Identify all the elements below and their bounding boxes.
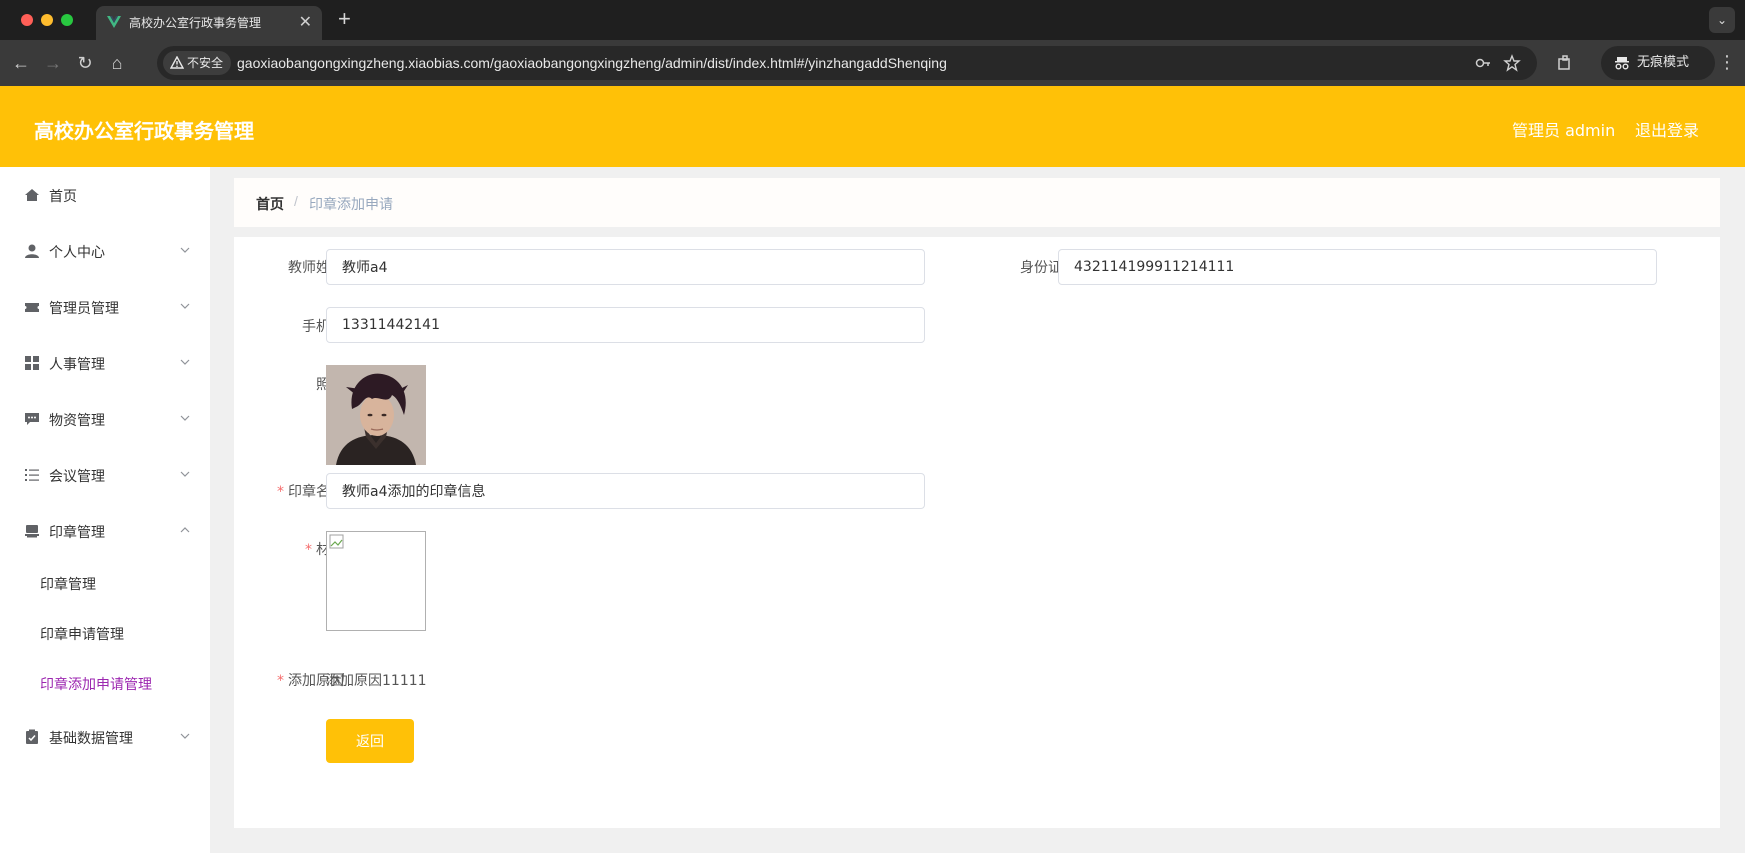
required-marker: * <box>305 542 312 558</box>
sidebar-subitem-seal-add-application-management[interactable]: 印章添加申请管理 <box>0 663 210 703</box>
required-marker: * <box>277 673 284 689</box>
incognito-chip[interactable]: 无痕模式 <box>1601 46 1715 80</box>
broken-image-icon <box>329 534 344 549</box>
breadcrumb: 首页 / 印章添加申请 <box>234 178 1720 227</box>
tab-search-icon[interactable]: ⌄ <box>1709 7 1735 33</box>
incognito-label: 无痕模式 <box>1637 55 1690 70</box>
tab-close-icon[interactable]: ✕ <box>299 12 312 32</box>
sidebar-subitem-label: 印章添加申请管理 <box>40 677 152 693</box>
sidebar-subitem-label: 印章管理 <box>40 577 96 593</box>
reason-value: 添加原因11111 <box>326 673 427 689</box>
maximize-window-button[interactable] <box>61 14 73 26</box>
material-image[interactable] <box>326 531 426 631</box>
app-header: 高校办公室行政事务管理 管理员 admin 退出登录 <box>0 86 1745 167</box>
chevron-down-icon <box>180 303 190 309</box>
browser-toolbar: ← → ↻ ⌂ 不安全 gaoxiaobangongxingzheng.xiao… <box>0 40 1745 86</box>
back-arrow-icon[interactable]: ← <box>10 52 32 74</box>
minimize-window-button[interactable] <box>41 14 53 26</box>
sidebar-item-admin-management[interactable]: 管理员管理 <box>0 287 210 327</box>
warning-icon <box>170 56 184 69</box>
sidebar-item-hr-management[interactable]: 人事管理 <box>0 343 210 383</box>
tab-title: 高校办公室行政事务管理 <box>129 16 262 30</box>
ticket-icon <box>25 303 39 312</box>
reload-icon[interactable]: ↻ <box>74 52 96 74</box>
browser-tab-bar: 高校办公室行政事务管理 ✕ + ⌄ <box>0 0 1745 40</box>
breadcrumb-current: 印章添加申请 <box>309 197 393 213</box>
sidebar-item-label: 人事管理 <box>49 357 105 373</box>
incognito-icon <box>1615 57 1629 70</box>
breadcrumb-separator: / <box>294 193 298 209</box>
sidebar-item-supplies-management[interactable]: 物资管理 <box>0 399 210 439</box>
browser-tab[interactable]: 高校办公室行政事务管理 ✕ <box>96 6 322 40</box>
chevron-down-icon <box>180 359 190 365</box>
sidebar: 首页 个人中心 管理员管理 人事管理 物资管理 会议管理 印章管理 印章管理 印… <box>0 167 210 853</box>
chevron-down-icon <box>180 415 190 421</box>
seal-add-application-form: 教师姓名 身份证号 手机号 照片 *印章名称 *材料 *添加原因 添加原因111… <box>234 237 1720 828</box>
teacher-name-input[interactable] <box>326 249 925 285</box>
sidebar-subitem-seal-management[interactable]: 印章管理 <box>0 563 210 603</box>
list-icon <box>25 469 39 481</box>
sidebar-item-label: 基础数据管理 <box>49 731 133 747</box>
star-icon[interactable] <box>1503 54 1521 72</box>
sidebar-item-label: 物资管理 <box>49 413 105 429</box>
browser-menu-icon[interactable]: ⋮ <box>1718 52 1736 73</box>
key-icon[interactable] <box>1474 54 1492 72</box>
chat-icon <box>25 413 39 425</box>
insecure-label: 不安全 <box>187 56 224 70</box>
chevron-down-icon <box>180 247 190 253</box>
sidebar-item-label: 个人中心 <box>49 245 105 261</box>
forward-arrow-icon[interactable]: → <box>42 52 64 74</box>
sidebar-subitem-seal-application-management[interactable]: 印章申请管理 <box>0 613 210 653</box>
sidebar-item-seal-management[interactable]: 印章管理 <box>0 511 210 551</box>
id-number-input[interactable] <box>1058 249 1657 285</box>
address-bar[interactable]: 不安全 gaoxiaobangongxingzheng.xiaobias.com… <box>157 46 1537 80</box>
user-icon <box>25 244 39 258</box>
vue-logo-icon <box>107 16 121 28</box>
url-text: gaoxiaobangongxingzheng.xiaobias.com/gao… <box>237 55 947 71</box>
sidebar-item-label: 会议管理 <box>49 469 105 485</box>
sidebar-item-meeting-management[interactable]: 会议管理 <box>0 455 210 495</box>
sidebar-item-home[interactable]: 首页 <box>0 175 210 215</box>
logout-link[interactable]: 退出登录 <box>1635 117 1699 141</box>
home-icon <box>25 189 39 201</box>
phone-input[interactable] <box>326 307 925 343</box>
sidebar-item-personal-center[interactable]: 个人中心 <box>0 231 210 271</box>
back-button[interactable]: 返回 <box>326 719 414 763</box>
required-marker: * <box>277 484 284 500</box>
sidebar-item-label: 首页 <box>49 189 77 205</box>
chevron-down-icon <box>180 471 190 477</box>
grid-icon <box>25 356 39 370</box>
breadcrumb-home[interactable]: 首页 <box>256 194 284 214</box>
sidebar-item-label: 印章管理 <box>49 525 105 541</box>
portrait-image <box>326 365 426 465</box>
sidebar-item-basic-data-management[interactable]: 基础数据管理 <box>0 717 210 757</box>
chevron-up-icon <box>180 527 190 533</box>
stamp-icon <box>25 525 39 538</box>
clipboard-icon <box>26 729 38 744</box>
extensions-icon[interactable] <box>1556 54 1574 72</box>
app-title: 高校办公室行政事务管理 <box>34 119 254 143</box>
security-chip[interactable]: 不安全 <box>163 51 232 75</box>
close-window-button[interactable] <box>21 14 33 26</box>
new-tab-icon[interactable]: + <box>338 6 351 32</box>
home-icon[interactable]: ⌂ <box>106 52 128 74</box>
seal-name-input[interactable] <box>326 473 925 509</box>
current-user: 管理员 admin <box>1512 121 1616 140</box>
chevron-down-icon <box>180 733 190 739</box>
sidebar-item-label: 管理员管理 <box>49 301 119 317</box>
sidebar-subitem-label: 印章申请管理 <box>40 627 124 643</box>
teacher-photo[interactable] <box>326 365 426 465</box>
